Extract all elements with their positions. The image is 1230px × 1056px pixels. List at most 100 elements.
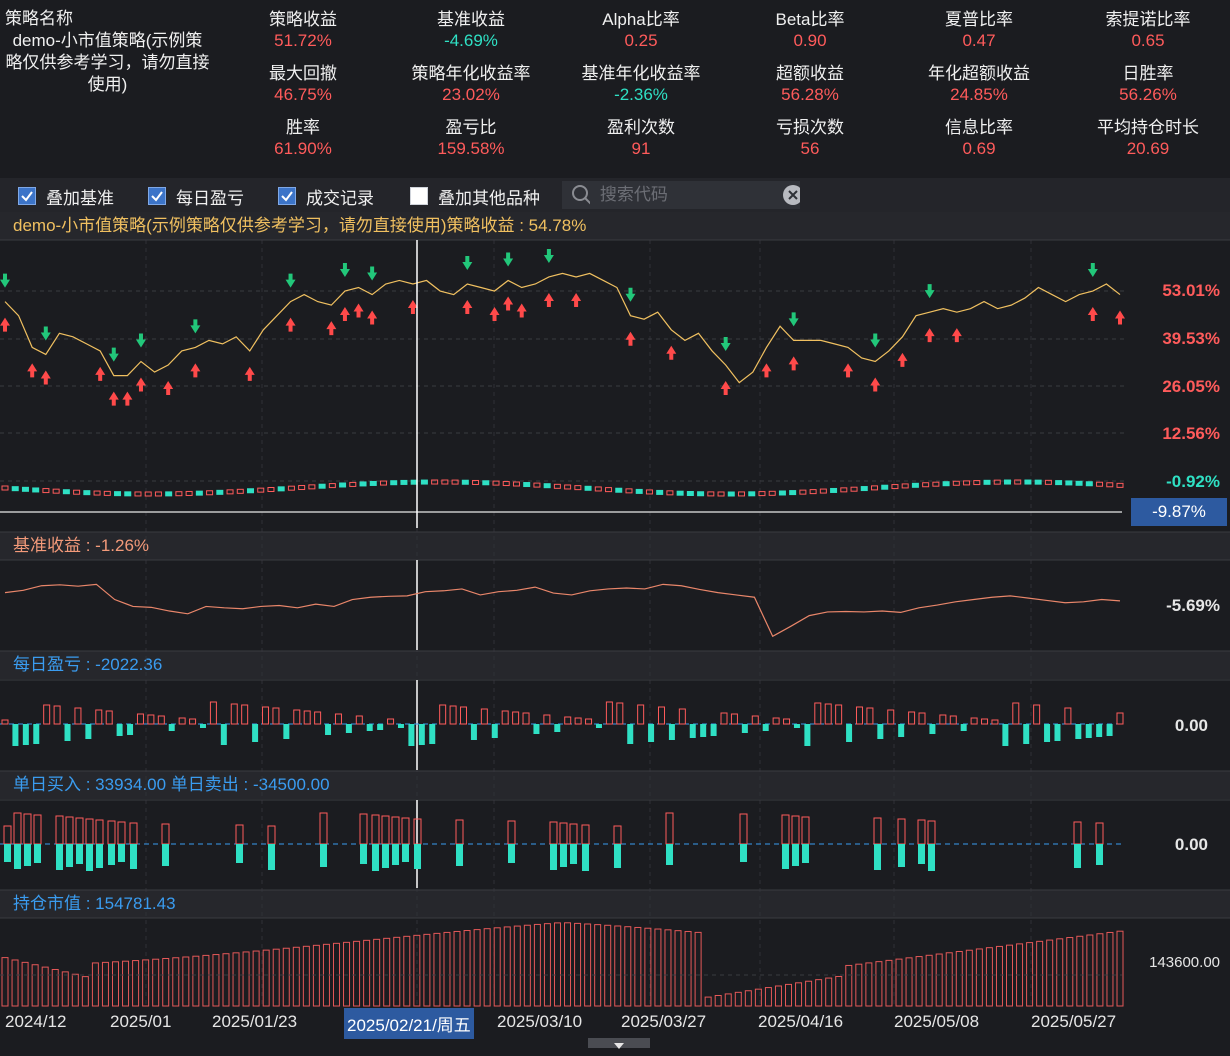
pnl-bar bbox=[480, 708, 488, 725]
position-axis-label: 143600.00 bbox=[1149, 954, 1220, 971]
sell-arrow-icon bbox=[135, 333, 146, 348]
buy-bar bbox=[559, 822, 568, 845]
position-bar bbox=[483, 928, 491, 1007]
sell-arrow-icon bbox=[339, 263, 350, 278]
sell-arrow-icon bbox=[625, 287, 636, 302]
pnl-bar bbox=[877, 724, 884, 739]
position-bar bbox=[192, 955, 200, 1007]
mini-candle bbox=[83, 490, 91, 496]
position-bar bbox=[132, 960, 140, 1007]
position-bar bbox=[302, 945, 310, 1007]
buy-arrow-icon bbox=[666, 345, 677, 360]
mini-candle bbox=[461, 479, 469, 485]
pnl-bar bbox=[314, 711, 322, 725]
pnl-bar bbox=[908, 711, 916, 725]
mini-candle bbox=[175, 491, 183, 497]
pnl-bar bbox=[1023, 724, 1030, 744]
buy-bar bbox=[65, 816, 74, 845]
x-label: 2025/03/27 bbox=[621, 1012, 707, 1031]
pnl-bar bbox=[1075, 724, 1082, 739]
x-label: 2025/05/08 bbox=[894, 1012, 980, 1031]
buy-arrow-icon bbox=[108, 391, 119, 406]
position-bar bbox=[785, 983, 793, 1007]
buy-bar bbox=[613, 825, 622, 845]
buy-arrow-icon bbox=[870, 377, 881, 392]
pnl-bar bbox=[772, 717, 780, 725]
mini-candle bbox=[287, 485, 295, 491]
mini-candle bbox=[942, 481, 950, 487]
pnl-bar bbox=[533, 724, 540, 734]
buy-arrow-icon bbox=[516, 303, 527, 318]
mini-candle bbox=[369, 480, 377, 486]
pnl-bar bbox=[866, 707, 874, 725]
position-bar bbox=[1, 957, 9, 1007]
x-label-selected: 2025/02/21/周五 bbox=[344, 1008, 474, 1039]
pnl-bar bbox=[1085, 724, 1092, 738]
mini-candle bbox=[625, 488, 633, 494]
mini-candle bbox=[932, 481, 940, 487]
mini-candle bbox=[226, 489, 234, 495]
sell-arrow-icon bbox=[40, 326, 51, 341]
buy-bar bbox=[23, 813, 32, 845]
mini-candle bbox=[1024, 479, 1032, 485]
buy-arrow-icon bbox=[1115, 310, 1125, 325]
position-bar bbox=[343, 941, 351, 1007]
mini-candle bbox=[574, 485, 582, 491]
position-bar bbox=[31, 964, 39, 1007]
buy-bar bbox=[1095, 822, 1104, 845]
pnl-bar bbox=[303, 710, 311, 725]
trade-axis-label: 0.00 bbox=[1174, 835, 1208, 854]
sell-bar bbox=[96, 844, 103, 868]
sell-bar bbox=[666, 844, 673, 865]
mini-candle bbox=[911, 482, 919, 488]
position-bar bbox=[41, 966, 49, 1007]
x-label: 2025/01 bbox=[110, 1012, 172, 1031]
buy-bar bbox=[873, 817, 882, 845]
pnl-bar bbox=[627, 724, 634, 744]
position-bar bbox=[503, 926, 511, 1007]
mini-candle bbox=[758, 491, 766, 497]
mini-candle bbox=[1096, 481, 1104, 487]
position-bar bbox=[182, 956, 190, 1007]
buy-bar bbox=[235, 824, 244, 845]
buy-bar bbox=[161, 823, 170, 845]
collapse-toggle[interactable] bbox=[588, 1038, 650, 1049]
buy-arrow-icon bbox=[163, 381, 174, 396]
pnl-bar bbox=[730, 713, 738, 725]
mini-candle bbox=[738, 491, 746, 497]
position-bar bbox=[242, 951, 250, 1007]
sell-bar bbox=[4, 844, 11, 862]
buy-bar bbox=[507, 820, 516, 845]
pnl-bar bbox=[648, 724, 655, 742]
x-label: 2025/03/10 bbox=[497, 1012, 583, 1031]
position-bar bbox=[272, 948, 280, 1007]
pnl-bar bbox=[918, 712, 926, 725]
mini-candle bbox=[922, 482, 930, 488]
position-bar bbox=[101, 961, 109, 1007]
buy-bar bbox=[85, 818, 94, 845]
pnl-bar bbox=[835, 704, 843, 725]
sell-arrow-icon bbox=[462, 255, 473, 270]
pnl-bar bbox=[178, 717, 186, 725]
buy-bar bbox=[455, 819, 464, 845]
mini-candle bbox=[717, 491, 725, 497]
charts-canvas[interactable] bbox=[0, 0, 1230, 1048]
pnl-bar bbox=[887, 709, 895, 725]
position-bar bbox=[965, 949, 973, 1007]
pnl-bar bbox=[449, 705, 457, 725]
mini-candle bbox=[778, 490, 786, 496]
pnl-bar bbox=[1106, 724, 1113, 736]
mini-candle bbox=[216, 489, 224, 495]
position-bar bbox=[654, 928, 662, 1007]
position-bar bbox=[865, 962, 873, 1007]
sell-bar bbox=[360, 844, 367, 864]
buy-bar bbox=[267, 825, 276, 845]
position-bar bbox=[624, 926, 632, 1007]
position-bar bbox=[1036, 940, 1044, 1007]
mini-candle bbox=[379, 480, 387, 486]
pnl-bar bbox=[272, 707, 280, 725]
pnl-bar bbox=[929, 724, 936, 734]
sell-bar bbox=[898, 844, 905, 867]
pnl-bar bbox=[595, 724, 602, 728]
mini-candle bbox=[103, 490, 111, 496]
